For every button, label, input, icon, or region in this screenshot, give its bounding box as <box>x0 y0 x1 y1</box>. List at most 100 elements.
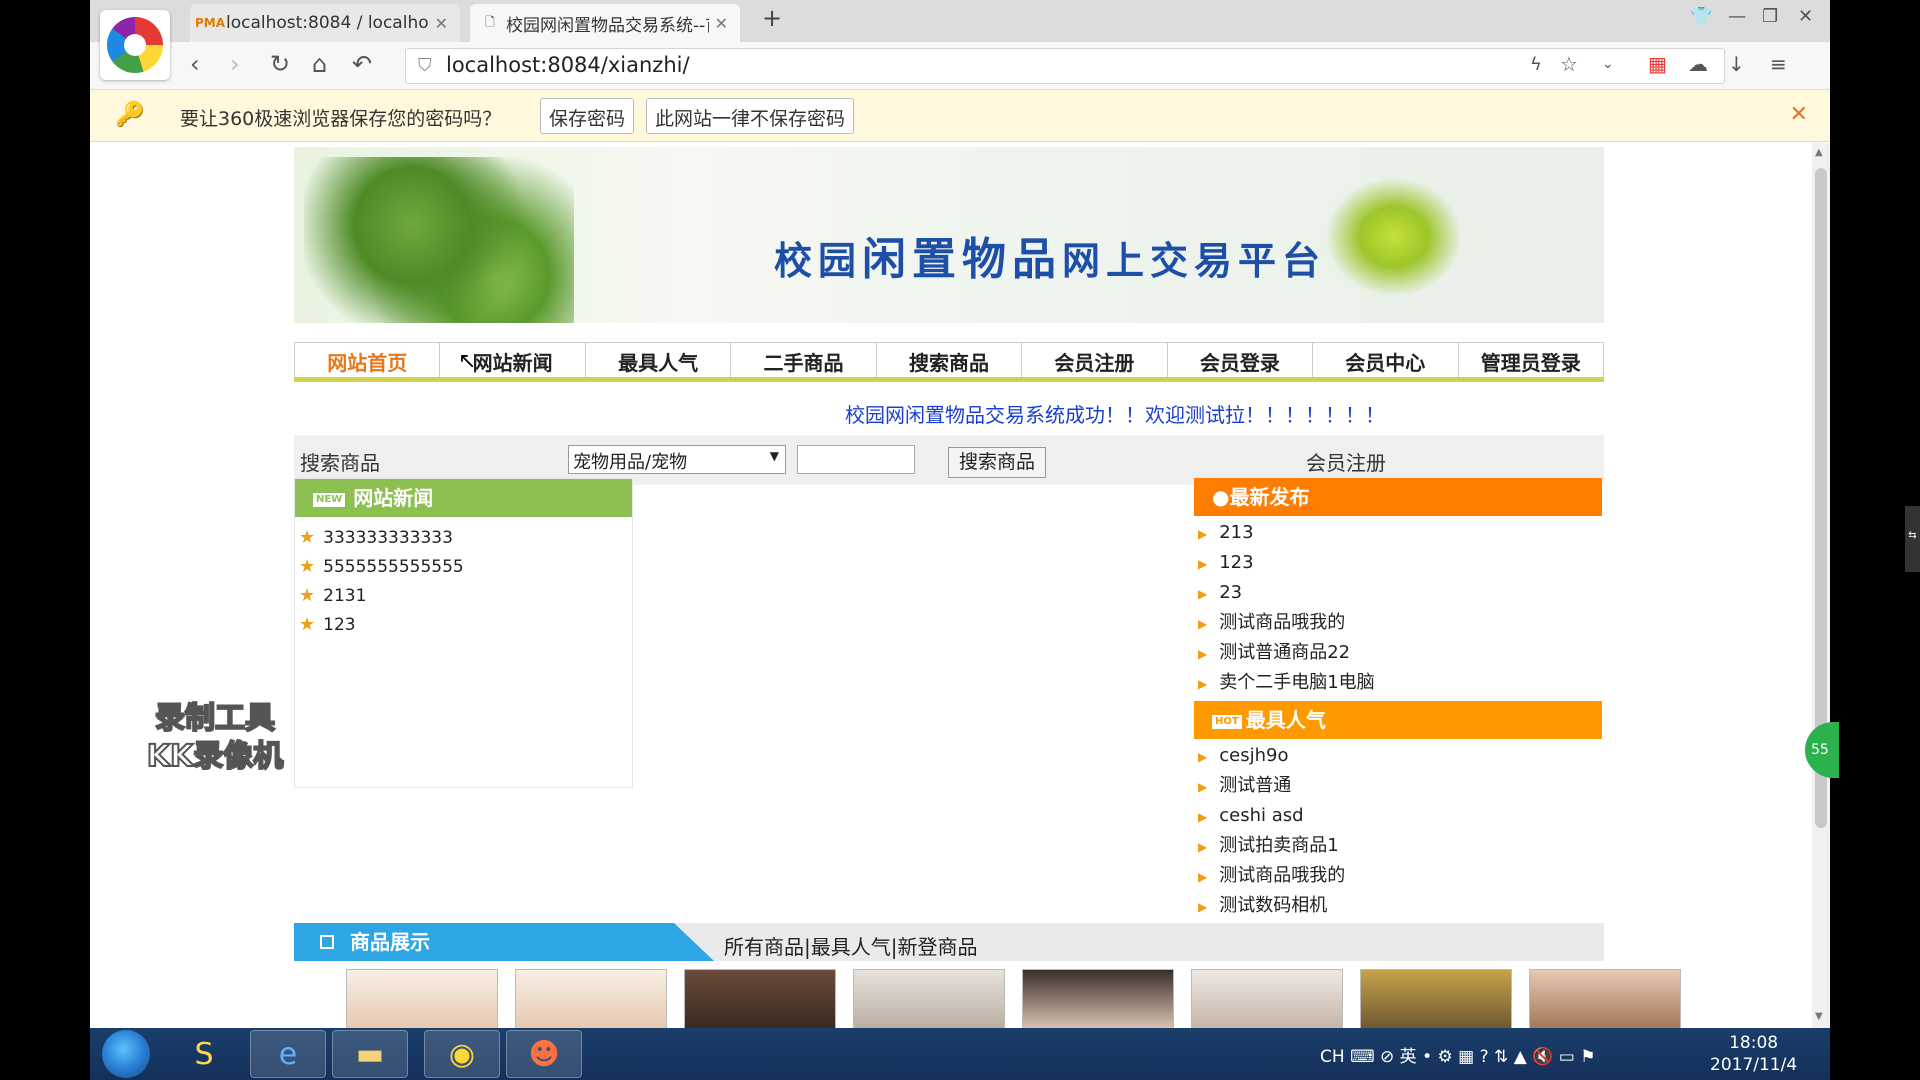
ie-icon[interactable]: e <box>250 1030 326 1078</box>
edge-handle[interactable]: ⇆ <box>1905 506 1920 572</box>
url-field[interactable]: ⛉ localhost:8084/xianzhi/ <box>405 48 1725 84</box>
goods-links[interactable]: 所有商品|最具人气|新登商品 <box>724 931 977 960</box>
lang-indicator[interactable]: CH <box>1320 1047 1345 1067</box>
recorder-icon[interactable]: ☻ <box>506 1030 582 1078</box>
tab-current[interactable]: 🗋 校园网闲置物品交易系统--首 ✕ <box>470 4 740 42</box>
leaf-decoration <box>1314 167 1474 307</box>
ime-indicator[interactable]: 英 <box>1400 1047 1417 1067</box>
popular-item[interactable]: ▶ cesjh9o <box>1198 741 1602 771</box>
forward-icon[interactable]: › <box>230 50 240 78</box>
apps-icon[interactable]: ▦ <box>1648 52 1667 76</box>
product-thumbnail[interactable] <box>1529 969 1681 1028</box>
cloud-icon[interactable]: ☁ <box>1688 52 1708 76</box>
product-thumbnail[interactable] <box>1360 969 1512 1028</box>
news-item[interactable]: ★ 333333333333 <box>299 523 632 552</box>
nav-register[interactable]: 会员注册 <box>1022 342 1168 377</box>
product-thumbnail[interactable] <box>515 969 667 1028</box>
scroll-up-icon[interactable]: ▲ <box>1815 147 1823 158</box>
popular-panel: HOT 最具人气 ▶ cesjh9o ▶ 测试普通 ▶ ceshi asd ▶ 测试拍卖商… <box>1194 701 1602 923</box>
close-bar-icon[interactable]: ✕ <box>1790 102 1808 127</box>
latest-item[interactable]: ▶ 测试商品哦我的 <box>1198 608 1602 638</box>
tab-phpmyadmin[interactable]: PMA localhost:8084 / localhost ✕ <box>190 4 460 42</box>
never-save-button[interactable]: 此网站一律不保存密码 <box>646 98 855 134</box>
new-badge: NEW <box>313 492 346 507</box>
sogou-icon[interactable]: S <box>166 1030 242 1078</box>
plant-image <box>304 157 574 323</box>
popular-item[interactable]: ▶ 测试拍卖商品1 <box>1198 831 1602 861</box>
menu-icon[interactable]: ≡ <box>1770 52 1787 76</box>
latest-item[interactable]: ▶ 测试普通商品22 <box>1198 638 1602 668</box>
product-thumbnail[interactable] <box>853 969 1005 1028</box>
category-select[interactable]: 宠物用品/宠物 ▼ <box>568 445 786 474</box>
site-banner: 校园闲置物品网上交易平台 <box>294 147 1604 323</box>
close-tab-icon[interactable]: ✕ <box>435 14 448 33</box>
reload-icon[interactable]: ↻ <box>270 50 290 78</box>
popular-item-label: ceshi asd <box>1219 805 1304 826</box>
popular-item[interactable]: ▶ ceshi asd <box>1198 801 1602 831</box>
lightning-icon[interactable]: ϟ <box>1530 54 1542 75</box>
news-item[interactable]: ★ 123 <box>299 610 632 639</box>
product-thumbnail[interactable] <box>684 969 836 1028</box>
arrow-icon: ▶ <box>1198 840 1208 854</box>
shirt-icon[interactable]: 👕 <box>1690 6 1712 27</box>
tray-icons[interactable]: • ⚙ ▦ ? ⇅ ▲ 🔇 ▭ ⚑ <box>1422 1047 1595 1067</box>
news-item[interactable]: ★ 5555555555555 <box>299 552 632 581</box>
latest-list: ▶ 213 ▶ 123 ▶ 23 ▶ 测试商品哦我的 ▶ 测试普通商品22 ▶ 卖个二手电脑… <box>1194 516 1602 698</box>
close-tab-icon[interactable]: ✕ <box>715 14 728 33</box>
save-password-button[interactable]: 保存密码 <box>540 98 635 134</box>
nav-search[interactable]: 搜索商品 <box>876 342 1023 377</box>
nav-home[interactable]: 网站首页 <box>294 342 441 377</box>
vertical-scrollbar[interactable]: ▲ ▼ <box>1812 143 1830 1028</box>
popular-item[interactable]: ▶ 测试商品哦我的 <box>1198 861 1602 891</box>
product-thumbnail[interactable] <box>1022 969 1174 1028</box>
news-item[interactable]: ★ 2131 <box>299 581 632 610</box>
undo-icon[interactable]: ↶ <box>352 50 372 78</box>
minimize-icon[interactable]: — <box>1728 6 1746 27</box>
new-tab-icon[interactable]: + <box>762 4 782 32</box>
nav-login[interactable]: 会员登录 <box>1167 342 1314 377</box>
product-thumbnail[interactable] <box>346 969 498 1028</box>
browser-360-icon[interactable]: ◉ <box>424 1030 500 1078</box>
download-icon[interactable]: ↓ <box>1728 52 1745 76</box>
block-icon[interactable]: ⊘ <box>1380 1047 1400 1067</box>
keyboard-icon[interactable]: ⌨ <box>1350 1047 1380 1067</box>
close-window-icon[interactable]: ✕ <box>1798 6 1813 27</box>
latest-item[interactable]: ▶ 123 <box>1198 548 1602 578</box>
start-button[interactable] <box>102 1030 150 1078</box>
tab-title: 校园网闲置物品交易系统--首 <box>506 15 709 36</box>
latest-item[interactable]: ▶ 卖个二手电脑1电脑 <box>1198 668 1602 698</box>
keyword-input[interactable] <box>797 445 915 474</box>
popular-item[interactable]: ▶ 测试数码相机 <box>1198 891 1602 921</box>
back-icon[interactable]: ‹ <box>190 50 200 78</box>
popular-item[interactable]: ▶ 测试普通 <box>1198 771 1602 801</box>
star-icon[interactable]: ☆ <box>1560 52 1578 76</box>
search-button[interactable]: 搜索商品 <box>948 447 1046 478</box>
product-thumbnail[interactable] <box>1191 969 1343 1028</box>
scroll-down-icon[interactable]: ▼ <box>1815 1011 1823 1022</box>
nav-popular[interactable]: 最具人气 <box>585 342 732 377</box>
home-icon[interactable]: ⌂ <box>312 50 327 78</box>
register-link[interactable]: 会员注册 <box>1306 447 1386 476</box>
star-icon: ★ <box>299 614 316 635</box>
news-item-label: 333333333333 <box>323 528 453 548</box>
nav-secondhand[interactable]: 二手商品 <box>731 342 877 377</box>
windows-taskbar: S e ▬ ◉ ☻ CH ⌨ ⊘ 英 • ⚙ ▦ ? ⇅ ▲ 🔇 ▭ ⚑ 18:… <box>90 1028 1830 1080</box>
nav-admin-login[interactable]: 管理员登录 <box>1458 342 1604 377</box>
address-bar-area: ‹ › ↻ ⌂ ↶ ⛉ localhost:8084/xianzhi/ ϟ ☆ … <box>90 42 1830 90</box>
popular-header: HOT 最具人气 <box>1194 701 1602 739</box>
popular-item-label: 测试数码相机 <box>1219 895 1328 916</box>
recorder-watermark: 录制工具 KK录像机 <box>130 700 300 776</box>
clock-date: 2017/11/4 <box>1710 1055 1798 1075</box>
clock[interactable]: 18:08 2017/11/4 <box>1710 1032 1797 1076</box>
main-nav: 网站首页 网站新闻 最具人气 二手商品 搜索商品 会员注册 会员登录 会员中心 … <box>294 342 1604 382</box>
folder-icon[interactable]: ▬ <box>332 1030 408 1078</box>
latest-item[interactable]: ▶ 23 <box>1198 578 1602 608</box>
restore-icon[interactable]: ❐ <box>1762 6 1778 27</box>
dropdown-icon[interactable]: ⌄ <box>1602 56 1614 72</box>
arrow-icon: ▶ <box>1198 527 1208 541</box>
browser-logo[interactable] <box>100 10 170 80</box>
arrow-icon: ▶ <box>1198 617 1208 631</box>
latest-item[interactable]: ▶ 213 <box>1198 518 1602 548</box>
nav-member-center[interactable]: 会员中心 <box>1313 342 1459 377</box>
search-label: 搜索商品 <box>300 451 380 475</box>
